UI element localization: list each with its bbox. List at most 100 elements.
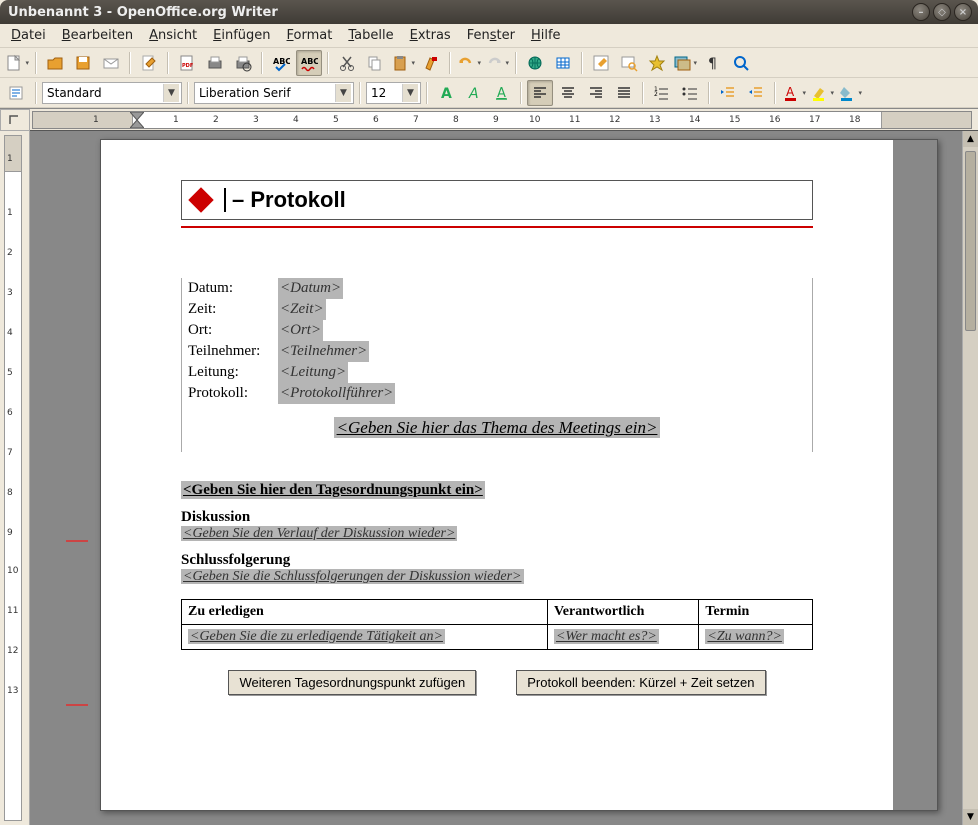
paste-button[interactable] xyxy=(390,50,416,76)
meta-label-time: Zeit: xyxy=(188,299,278,320)
meta-info-frame[interactable]: Datum:<Datum> Zeit:<Zeit> Ort:<Ort> Teil… xyxy=(181,278,813,452)
discussion-placeholder[interactable]: <Geben Sie den Verlauf der Diskussion wi… xyxy=(181,526,457,541)
increase-indent-button[interactable] xyxy=(743,80,769,106)
menu-help[interactable]: Hilfe xyxy=(524,25,568,46)
svg-text:2: 2 xyxy=(654,91,658,98)
meta-value-attendees[interactable]: <Teilnehmer> xyxy=(278,341,369,362)
autospell-button[interactable]: ABC xyxy=(296,50,322,76)
maximize-button[interactable]: ◇ xyxy=(933,3,951,21)
italic-button[interactable]: A xyxy=(461,80,487,106)
change-mark-icon xyxy=(66,704,88,706)
menu-window[interactable]: Fenster xyxy=(460,25,522,46)
table-row[interactable]: <Geben Sie die zu erledigende Tätigkeit … xyxy=(182,625,813,650)
undo-button[interactable] xyxy=(456,50,482,76)
todo-responsible-placeholder[interactable]: <Wer macht es?> xyxy=(554,629,659,644)
document-viewport[interactable]: – Protokoll Datum:<Datum> Zeit:<Zeit> Or… xyxy=(30,131,978,825)
change-mark-icon xyxy=(66,540,88,542)
todo-table[interactable]: Zu erledigen Verantwortlich Termin <Gebe… xyxy=(181,599,813,650)
menu-table[interactable]: Tabelle xyxy=(341,25,400,46)
menu-insert[interactable]: Einfügen xyxy=(206,25,277,46)
minimize-button[interactable]: – xyxy=(912,3,930,21)
print-direct-button[interactable] xyxy=(202,50,228,76)
align-center-button[interactable] xyxy=(555,80,581,106)
bullet-list-button[interactable] xyxy=(677,80,703,106)
edit-button[interactable] xyxy=(136,50,162,76)
menu-extras[interactable]: Extras xyxy=(403,25,458,46)
bold-button[interactable]: A xyxy=(433,80,459,106)
title-underline xyxy=(181,226,813,228)
meeting-theme-row: <Geben Sie hier das Thema des Meetings e… xyxy=(182,404,812,452)
add-agenda-item-button[interactable]: Weiteren Tagesordnungspunkt zufügen xyxy=(228,670,476,695)
align-right-button[interactable] xyxy=(583,80,609,106)
gallery-button[interactable] xyxy=(672,50,698,76)
decrease-indent-button[interactable] xyxy=(715,80,741,106)
scroll-down-button[interactable]: ▼ xyxy=(963,809,978,825)
vertical-ruler[interactable]: 1 1 2 3 4 5 6 7 8 9 10 11 12 13 xyxy=(4,135,22,821)
ruler-corner xyxy=(0,109,30,131)
svg-text:ABC: ABC xyxy=(301,57,318,66)
conclusion-placeholder[interactable]: <Geben Sie die Schlussfolgerungen der Di… xyxy=(181,569,524,584)
new-doc-button[interactable] xyxy=(4,50,30,76)
styles-button[interactable] xyxy=(4,80,30,106)
svg-text:PDF: PDF xyxy=(182,63,193,69)
numbered-list-button[interactable]: 12 xyxy=(649,80,675,106)
menu-file[interactable]: Datei xyxy=(4,25,53,46)
formatting-toolbar: Standard▼ Liberation Serif▼ 12▼ A A A 12… xyxy=(0,78,978,108)
menu-edit[interactable]: Bearbeiten xyxy=(55,25,140,46)
document-title-frame[interactable]: – Protokoll xyxy=(181,180,813,220)
workspace: 1 1 2 3 4 5 6 7 8 9 10 11 12 13 – Pro xyxy=(0,130,978,825)
document-page[interactable]: – Protokoll Datum:<Datum> Zeit:<Zeit> Or… xyxy=(101,140,893,810)
navigator-button[interactable] xyxy=(644,50,670,76)
show-draw-button[interactable] xyxy=(588,50,614,76)
meta-value-place[interactable]: <Ort> xyxy=(278,320,323,341)
scroll-up-button[interactable]: ▲ xyxy=(963,131,978,147)
export-pdf-button[interactable]: PDF xyxy=(174,50,200,76)
horizontal-ruler-area: 1 1 2 3 4 5 6 7 8 9 10 11 12 13 14 15 16… xyxy=(0,108,978,130)
vertical-scrollbar[interactable]: ▲ ▼ xyxy=(962,131,978,825)
todo-col-responsible: Verantwortlich xyxy=(547,600,698,625)
open-button[interactable] xyxy=(42,50,68,76)
window-title: Unbenannt 3 - OpenOffice.org Writer xyxy=(8,5,278,20)
save-button[interactable] xyxy=(70,50,96,76)
meta-value-date[interactable]: <Datum> xyxy=(278,278,343,299)
finish-protocol-button[interactable]: Protokoll beenden: Kürzel + Zeit setzen xyxy=(516,670,765,695)
paragraph-style-combo[interactable]: Standard▼ xyxy=(42,82,182,104)
close-button[interactable]: × xyxy=(954,3,972,21)
cut-button[interactable] xyxy=(334,50,360,76)
align-left-button[interactable] xyxy=(527,80,553,106)
agenda-item-placeholder[interactable]: <Geben Sie hier den Tagesordnungspunkt e… xyxy=(181,481,485,499)
meta-value-lead[interactable]: <Leitung> xyxy=(278,362,348,383)
meeting-theme-placeholder[interactable]: <Geben Sie hier das Thema des Meetings e… xyxy=(334,417,661,438)
highlight-button[interactable] xyxy=(809,80,835,106)
spellcheck-button[interactable]: ABC xyxy=(268,50,294,76)
zoom-button[interactable] xyxy=(728,50,754,76)
menu-view[interactable]: Ansicht xyxy=(142,25,204,46)
bgcolor-button[interactable] xyxy=(837,80,863,106)
format-paintbrush-button[interactable] xyxy=(418,50,444,76)
scroll-thumb[interactable] xyxy=(965,151,976,331)
meta-value-scribe[interactable]: <Protokollführer> xyxy=(278,383,395,404)
document-title: – Protokoll xyxy=(232,187,346,213)
align-justify-button[interactable] xyxy=(611,80,637,106)
todo-col-deadline: Termin xyxy=(699,600,813,625)
window-titlebar: Unbenannt 3 - OpenOffice.org Writer – ◇ … xyxy=(0,0,978,24)
font-size-combo[interactable]: 12▼ xyxy=(366,82,421,104)
redo-button[interactable] xyxy=(484,50,510,76)
meta-value-time[interactable]: <Zeit> xyxy=(278,299,326,320)
todo-task-placeholder[interactable]: <Geben Sie die zu erledigende Tätigkeit … xyxy=(188,629,445,644)
svg-text:A: A xyxy=(441,86,452,102)
horizontal-ruler[interactable]: 1 1 2 3 4 5 6 7 8 9 10 11 12 13 14 15 16… xyxy=(32,111,972,129)
font-color-button[interactable]: A xyxy=(781,80,807,106)
menu-format[interactable]: Format xyxy=(280,25,340,46)
font-name-combo[interactable]: Liberation Serif▼ xyxy=(194,82,354,104)
todo-deadline-placeholder[interactable]: <Zu wann?> xyxy=(705,629,784,644)
nonprinting-button[interactable]: ¶ xyxy=(700,50,726,76)
meta-label-lead: Leitung: xyxy=(188,362,278,383)
underline-button[interactable]: A xyxy=(489,80,515,106)
hyperlink-button[interactable] xyxy=(522,50,548,76)
copy-button[interactable] xyxy=(362,50,388,76)
print-preview-button[interactable] xyxy=(230,50,256,76)
mail-button[interactable] xyxy=(98,50,124,76)
find-replace-button[interactable] xyxy=(616,50,642,76)
table-button[interactable] xyxy=(550,50,576,76)
